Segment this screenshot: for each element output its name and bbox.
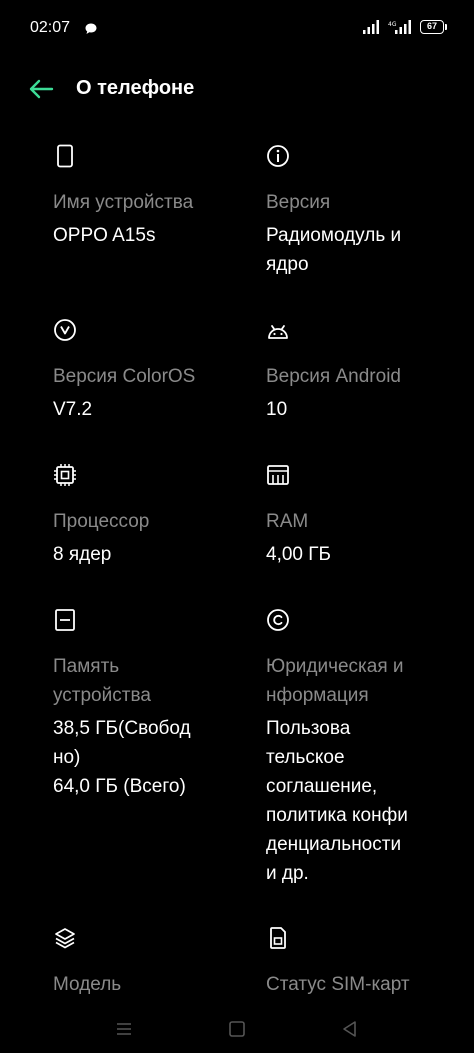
android-icon xyxy=(268,325,288,339)
status-icons: 4G 67 xyxy=(362,20,447,34)
info-item-value: 4,00 ГБ xyxy=(266,544,332,565)
info-item-label: Версия xyxy=(266,192,331,213)
navigation-bar xyxy=(0,1005,474,1053)
menu-icon[interactable] xyxy=(114,1019,134,1039)
info-item-label: Модель xyxy=(53,974,122,995)
battery-indicator: 67 xyxy=(420,20,447,34)
info-item-value: 8 ядер xyxy=(53,544,112,565)
header: О телефоне xyxy=(0,68,474,110)
home-square-icon[interactable] xyxy=(227,1019,247,1039)
info-item-label: Процессор xyxy=(53,511,150,532)
layers-icon xyxy=(55,928,75,949)
info-item-android-version[interactable]: Версия Android 10 xyxy=(266,318,456,424)
info-item-storage[interactable]: Память устройства 38,5 ГБ(Свобод но) 64,… xyxy=(53,608,243,801)
info-item-device-name[interactable]: Имя устройства OPPO A15s xyxy=(53,144,243,250)
data-4g-icon: 4G xyxy=(388,20,411,34)
processor-icon xyxy=(54,464,76,486)
info-item-ram[interactable]: RAM 4,00 ГБ xyxy=(266,463,456,569)
status-bar: 02:07 4G 67 xyxy=(0,0,474,58)
info-item-label: Статус SIM-карт xyxy=(266,974,410,995)
coloros-v-icon xyxy=(54,319,76,341)
storage-icon xyxy=(55,609,75,631)
signal-icon xyxy=(363,20,379,34)
svg-text:4G: 4G xyxy=(388,21,397,28)
info-item-sim-status[interactable]: Статус SIM-карт xyxy=(266,926,456,999)
info-item-value: Пользова тельское соглашение, политика к… xyxy=(266,718,408,884)
page-title: О телефоне xyxy=(76,77,195,99)
info-item-processor[interactable]: Процессор 8 ядер xyxy=(53,463,243,569)
info-item-value: OPPO A15s xyxy=(53,225,156,246)
phone-icon xyxy=(57,144,73,168)
info-item-label: Версия Android xyxy=(266,366,401,387)
info-item-value: 38,5 ГБ(Свобод но) 64,0 ГБ (Всего) xyxy=(53,718,191,797)
sim-card-icon xyxy=(270,927,286,949)
info-icon xyxy=(267,145,289,167)
copyright-icon xyxy=(267,609,289,631)
back-arrow-icon[interactable] xyxy=(26,76,56,102)
info-item-legal[interactable]: Юридическая и нформация Пользова тельско… xyxy=(266,608,456,888)
info-item-label: Юридическая и нформация xyxy=(266,656,404,706)
info-item-value: 10 xyxy=(266,399,288,420)
status-time: 02:07 xyxy=(30,19,71,36)
ram-icon xyxy=(267,465,289,485)
info-item-label: Память устройства xyxy=(53,656,151,706)
info-item-value: V7.2 xyxy=(53,399,93,420)
info-item-label: RAM xyxy=(266,511,309,532)
info-item-version[interactable]: Версия Радиомодуль и ядро xyxy=(266,144,456,279)
info-item-value: Радиомодуль и ядро xyxy=(266,225,402,275)
chat-bubble-icon xyxy=(85,23,97,34)
info-item-label: Версия ColorOS xyxy=(53,366,196,387)
info-item-coloros-version[interactable]: Версия ColorOS V7.2 xyxy=(53,318,243,424)
back-triangle-icon[interactable] xyxy=(340,1019,360,1039)
info-item-label: Имя устройства xyxy=(53,192,194,213)
info-item-model[interactable]: Модель xyxy=(53,926,243,999)
